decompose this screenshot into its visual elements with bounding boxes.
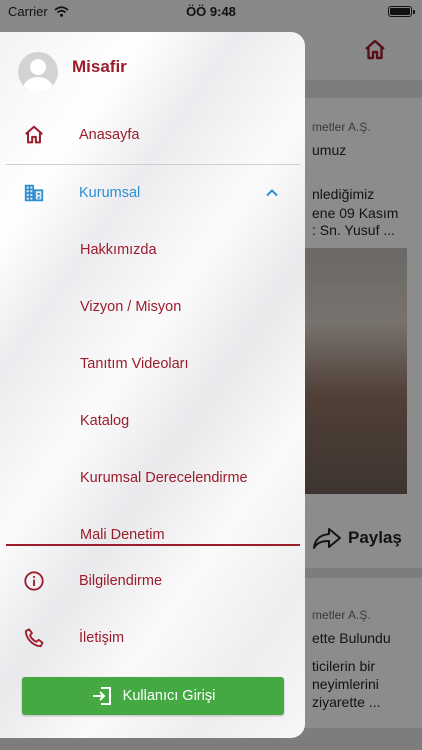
menu-item-contact[interactable]: İletişim [0, 618, 305, 658]
navigation-drawer: Misafir Anasayfa Kurumsal Hakkımızda Viz… [0, 32, 305, 738]
wifi-icon [54, 5, 69, 17]
chevron-up-icon[interactable] [265, 186, 279, 200]
home-icon [22, 123, 46, 147]
phone-icon [22, 626, 46, 650]
menu-item-label: Kurumsal [79, 185, 141, 201]
info-icon [22, 569, 46, 593]
status-bar: Carrier ÖÖ 9:48 [0, 0, 422, 22]
menu-item-label: İletişim [79, 630, 125, 646]
submenu-item-catalog[interactable]: Katalog [80, 413, 129, 429]
divider [6, 164, 300, 165]
login-icon [92, 687, 111, 705]
submenu-item-videos[interactable]: Tanıtım Videoları [80, 356, 189, 372]
submenu-item-audit[interactable]: Mali Denetim [80, 527, 165, 539]
section-divider [6, 544, 300, 546]
menu-item-home[interactable]: Anasayfa [0, 115, 305, 155]
menu-item-label: Bilgilendirme [79, 573, 163, 589]
profile-header: Misafir [18, 52, 127, 92]
building-icon [22, 181, 46, 205]
user-name: Misafir [72, 57, 127, 76]
menu-item-label: Anasayfa [79, 127, 140, 143]
menu-item-info[interactable]: Bilgilendirme [0, 561, 305, 601]
avatar [18, 52, 58, 92]
submenu-item-about[interactable]: Hakkımızda [80, 242, 157, 258]
battery-icon [388, 5, 415, 17]
carrier-label: Carrier [8, 3, 48, 19]
login-label: Kullanıcı Girişi [122, 688, 216, 704]
menu-item-corporate[interactable]: Kurumsal [0, 173, 305, 213]
submenu-item-vision-mission[interactable]: Vizyon / Misyon [80, 299, 181, 315]
login-button[interactable]: Kullanıcı Girişi [22, 677, 284, 715]
submenu-item-rating[interactable]: Kurumsal Derecelendirme [80, 470, 248, 486]
